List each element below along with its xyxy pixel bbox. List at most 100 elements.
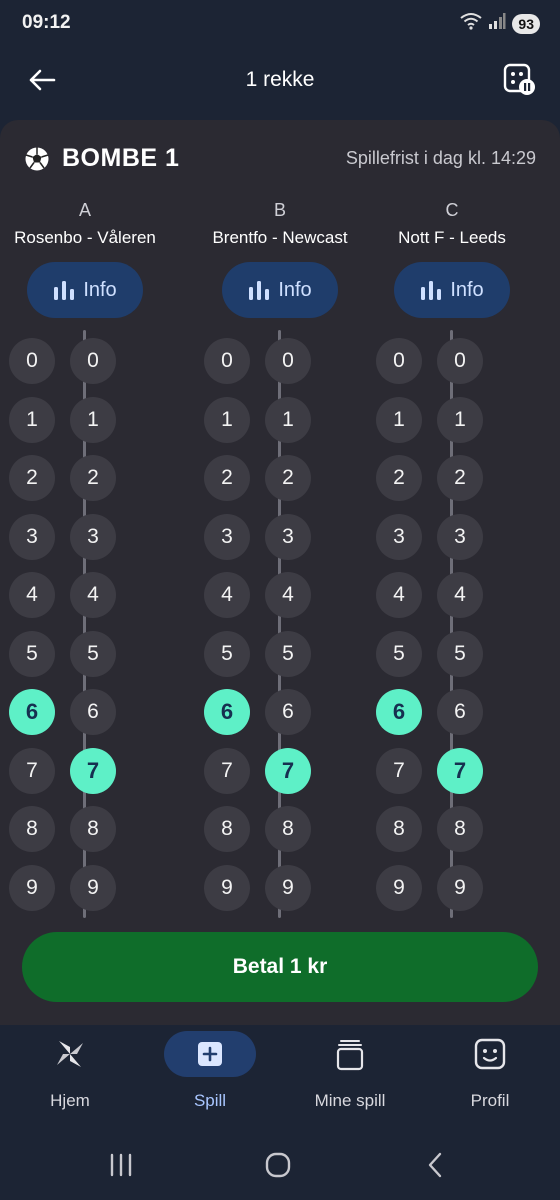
info-button[interactable]: Info bbox=[394, 262, 510, 318]
away-score-option[interactable]: 3 bbox=[265, 513, 311, 560]
home-score-option[interactable]: 8 bbox=[376, 806, 422, 852]
away-score-option[interactable]: 6 bbox=[265, 689, 311, 735]
home-score-option[interactable]: 2 bbox=[376, 455, 422, 501]
away-score-option[interactable]: 8 bbox=[70, 806, 116, 852]
home-score-option[interactable]: 3 bbox=[9, 513, 55, 560]
home-score-option[interactable]: 8 bbox=[9, 806, 55, 852]
away-score-option[interactable]: 9 bbox=[437, 864, 483, 911]
bar-chart-icon bbox=[421, 281, 442, 300]
away-score-option[interactable]: 0 bbox=[70, 338, 116, 384]
home-score-option[interactable]: 4 bbox=[9, 572, 55, 618]
away-score-option[interactable]: 4 bbox=[437, 572, 483, 618]
home-score-option[interactable]: 8 bbox=[204, 806, 250, 852]
match-name: Rosenbo - Våleren bbox=[14, 228, 156, 247]
away-score-option[interactable]: 1 bbox=[437, 396, 483, 443]
wifi-icon bbox=[460, 12, 483, 35]
home-score-option[interactable]: 9 bbox=[376, 864, 422, 911]
away-score-option[interactable]: 2 bbox=[70, 455, 116, 501]
away-score-options: 0 1 2 3 4 5 6 7 8 9 bbox=[437, 338, 483, 923]
stacked-cards-icon bbox=[336, 1040, 364, 1071]
home-score-option[interactable]: 6 bbox=[9, 689, 55, 735]
nav-item-profil[interactable]: Profil bbox=[420, 1025, 560, 1135]
nav-icon-container bbox=[164, 1031, 256, 1077]
home-score-option[interactable]: 1 bbox=[204, 396, 250, 443]
away-score-option[interactable]: 5 bbox=[437, 630, 483, 677]
home-score-option[interactable]: 1 bbox=[376, 396, 422, 443]
away-score-option[interactable]: 7 bbox=[70, 747, 116, 794]
home-score-option[interactable]: 1 bbox=[9, 396, 55, 443]
away-score-option[interactable]: 4 bbox=[265, 572, 311, 618]
info-button[interactable]: Info bbox=[222, 262, 338, 318]
match-letter: C bbox=[445, 200, 459, 220]
nav-item-spill[interactable]: Spill bbox=[140, 1025, 280, 1135]
away-score-option[interactable]: 7 bbox=[437, 747, 483, 794]
away-score-options: 0 1 2 3 4 5 6 7 8 9 bbox=[70, 338, 116, 923]
home-score-option[interactable]: 5 bbox=[376, 630, 422, 677]
info-label: Info bbox=[83, 278, 117, 301]
home-score-option[interactable]: 0 bbox=[376, 338, 422, 384]
bottom-navigation: Hjem Spill Mine spill Profil bbox=[0, 1025, 560, 1135]
home-score-option[interactable]: 5 bbox=[9, 630, 55, 677]
home-score-option[interactable]: 2 bbox=[204, 455, 250, 501]
coupon-card: BOMBE 1 Spillefrist i dag kl. 14:29 A Ro… bbox=[0, 120, 560, 1025]
game-name: BOMBE 1 bbox=[62, 144, 180, 172]
home-score-option[interactable]: 5 bbox=[204, 630, 250, 677]
away-score-option[interactable]: 4 bbox=[70, 572, 116, 618]
match-name: Nott F - Leeds bbox=[398, 228, 506, 247]
home-score-option[interactable]: 6 bbox=[204, 689, 250, 735]
away-score-option[interactable]: 6 bbox=[70, 689, 116, 735]
pause-coupon-button[interactable] bbox=[502, 62, 538, 98]
away-score-option[interactable]: 0 bbox=[437, 338, 483, 384]
system-back-button[interactable] bbox=[415, 1147, 455, 1183]
away-score-option[interactable]: 8 bbox=[265, 806, 311, 852]
away-score-option[interactable]: 9 bbox=[265, 864, 311, 911]
home-score-option[interactable]: 3 bbox=[376, 513, 422, 560]
home-score-option[interactable]: 4 bbox=[204, 572, 250, 618]
away-score-option[interactable]: 6 bbox=[437, 689, 483, 735]
away-score-option[interactable]: 3 bbox=[437, 513, 483, 560]
home-score-option[interactable]: 3 bbox=[204, 513, 250, 560]
away-score-option[interactable]: 1 bbox=[265, 396, 311, 443]
away-score-option[interactable]: 3 bbox=[70, 513, 116, 560]
home-score-option[interactable]: 0 bbox=[204, 338, 250, 384]
nav-icon-container bbox=[24, 1031, 116, 1077]
home-score-option[interactable]: 7 bbox=[9, 747, 55, 794]
away-score-option[interactable]: 2 bbox=[265, 455, 311, 501]
away-score-option[interactable]: 2 bbox=[437, 455, 483, 501]
nav-icon-container bbox=[304, 1031, 396, 1077]
home-button[interactable] bbox=[258, 1147, 298, 1183]
deadline-text: Spillefrist i dag kl. 14:29 bbox=[345, 148, 536, 168]
home-score-option[interactable]: 7 bbox=[204, 747, 250, 794]
recent-apps-button[interactable] bbox=[101, 1147, 141, 1183]
away-score-option[interactable]: 8 bbox=[437, 806, 483, 852]
away-score-option[interactable]: 7 bbox=[265, 747, 311, 794]
nav-item-hjem[interactable]: Hjem bbox=[0, 1025, 140, 1135]
match-column-b: B Brentfo - Newcast Info 0123456789 0123… bbox=[195, 200, 365, 918]
recent-apps-icon bbox=[110, 1153, 132, 1177]
pay-button[interactable]: Betal 1 kr bbox=[22, 932, 538, 1002]
away-score-option[interactable]: 9 bbox=[70, 864, 116, 911]
home-pinwheel-icon bbox=[57, 1041, 83, 1067]
nav-label: Hjem bbox=[50, 1091, 90, 1110]
smiley-face-icon bbox=[474, 1038, 506, 1070]
match-name: Brentfo - Newcast bbox=[212, 228, 348, 247]
game-header: BOMBE 1 Spillefrist i dag kl. 14:29 bbox=[24, 144, 536, 174]
coupon-pause-icon bbox=[503, 63, 535, 95]
home-score-option[interactable]: 9 bbox=[204, 864, 250, 911]
nav-icon-container bbox=[444, 1031, 536, 1077]
home-score-option[interactable]: 4 bbox=[376, 572, 422, 618]
home-score-option[interactable]: 7 bbox=[376, 747, 422, 794]
info-button[interactable]: Info bbox=[27, 262, 143, 318]
away-score-option[interactable]: 1 bbox=[70, 396, 116, 443]
home-score-option[interactable]: 2 bbox=[9, 455, 55, 501]
home-score-options: 0 1 2 3 4 5 6 7 8 9 bbox=[376, 338, 422, 923]
match-column-a: A Rosenbo - Våleren Info 0123456789 0123… bbox=[0, 200, 170, 918]
away-score-option[interactable]: 0 bbox=[265, 338, 311, 384]
info-label: Info bbox=[450, 278, 484, 301]
away-score-option[interactable]: 5 bbox=[70, 630, 116, 677]
home-score-option[interactable]: 6 bbox=[376, 689, 422, 735]
away-score-option[interactable]: 5 bbox=[265, 630, 311, 677]
home-score-option[interactable]: 9 bbox=[9, 864, 55, 911]
nav-item-mine-spill[interactable]: Mine spill bbox=[280, 1025, 420, 1135]
home-score-option[interactable]: 0 bbox=[9, 338, 55, 384]
